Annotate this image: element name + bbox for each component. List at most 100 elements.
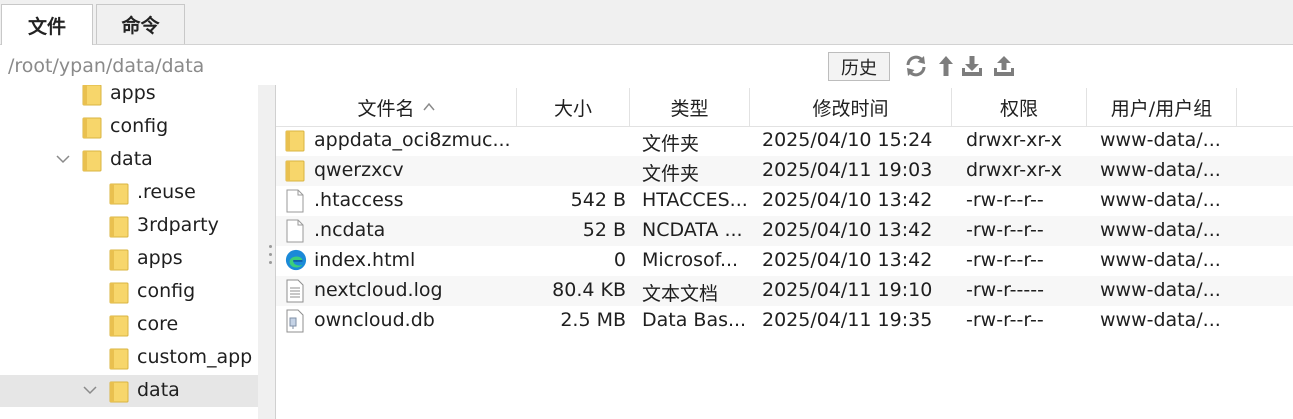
- column-label: 用户/用户组: [1110, 97, 1213, 120]
- tree-item-label: core: [137, 313, 179, 335]
- cell-owner: www-data/...: [1100, 159, 1221, 181]
- up-arrow-icon[interactable]: [934, 54, 958, 78]
- folder-icon: [82, 85, 102, 107]
- column-header-size[interactable]: 大小: [517, 88, 630, 126]
- cell-owner: www-data/...: [1100, 129, 1221, 151]
- column-label: 文件名: [357, 97, 415, 120]
- cell-size: 0: [613, 249, 626, 271]
- cell-owner: www-data/...: [1100, 189, 1221, 211]
- file-row[interactable]: .htaccess 542 B HTACCES... 2025/04/10 13:42…: [276, 186, 1293, 216]
- cell-modified: 2025/04/11 19:35: [762, 309, 933, 331]
- cell-type: Data Bas...: [642, 309, 746, 331]
- tree-item-label: .reuse: [137, 181, 196, 203]
- file-list-header: 文件名 大小 类型 修改时间 权限 用户/用户组: [276, 88, 1293, 127]
- tree-item-label: data: [137, 379, 180, 401]
- cell-perm: -rw-r-----: [966, 279, 1044, 301]
- directory-tree[interactable]: apps config data .reuse 3rdparty apps config co…: [0, 85, 258, 419]
- tree-item[interactable]: core: [0, 309, 258, 341]
- tree-item[interactable]: config: [0, 111, 258, 143]
- tree-item-label: data: [110, 148, 153, 170]
- column-label: 大小: [553, 97, 592, 120]
- column-header-permissions[interactable]: 权限: [952, 88, 1087, 126]
- column-header-type[interactable]: 类型: [630, 88, 750, 126]
- cell-type: Microsof...: [642, 249, 739, 271]
- cell-owner: www-data/...: [1100, 219, 1221, 241]
- cell-perm: -rw-r--r--: [966, 249, 1044, 271]
- tree-item-label: 3rdparty: [137, 214, 219, 236]
- cell-perm: drwxr-xr-x: [966, 159, 1063, 181]
- tree-item[interactable]: .reuse: [0, 177, 258, 209]
- chevron-down-icon[interactable]: [81, 381, 99, 399]
- history-button[interactable]: 历史: [828, 52, 890, 81]
- file-row[interactable]: owncloud.db 2.5 MB Data Bas... 2025/04/11 1…: [276, 306, 1293, 336]
- sort-ascending-icon: [422, 102, 435, 111]
- path-bar: /root/ypan/data/data 历史: [0, 45, 1293, 85]
- cell-name: .ncdata: [314, 219, 386, 241]
- tree-item-label: custom_app: [137, 346, 253, 368]
- column-header-modified[interactable]: 修改时间: [750, 88, 952, 126]
- folder-icon: [285, 159, 305, 183]
- cell-owner: www-data/...: [1100, 279, 1221, 301]
- folder-icon: [109, 347, 129, 371]
- tree-item-label: config: [137, 280, 196, 302]
- cell-modified: 2025/04/10 13:42: [762, 249, 933, 271]
- cell-name: index.html: [314, 249, 416, 271]
- cell-modified: 2025/04/11 19:10: [762, 279, 933, 301]
- folder-icon: [285, 129, 305, 153]
- tree-item[interactable]: 3rdparty: [0, 210, 258, 242]
- tree-item[interactable]: apps: [0, 85, 258, 110]
- cell-type: 文件夹: [642, 163, 700, 185]
- database-file-icon: [285, 309, 305, 333]
- cell-name: owncloud.db: [314, 309, 435, 331]
- tree-item[interactable]: data: [0, 144, 258, 176]
- download-icon[interactable]: [960, 54, 984, 78]
- grip-dot: [269, 261, 272, 264]
- column-label: 修改时间: [812, 97, 889, 120]
- path-input[interactable]: /root/ypan/data/data: [8, 55, 204, 77]
- tab-bar: 文件 命令: [0, 0, 1293, 45]
- file-row[interactable]: nextcloud.log 80.4 KB 文本文档 2025/04/11 19:10…: [276, 276, 1293, 306]
- column-header-owner[interactable]: 用户/用户组: [1087, 88, 1237, 126]
- cell-type: 文本文档: [642, 283, 719, 305]
- cell-modified: 2025/04/11 19:03: [762, 159, 933, 181]
- text-file-icon: [285, 279, 305, 303]
- column-label: 权限: [999, 97, 1038, 120]
- folder-icon: [82, 116, 102, 140]
- grip-dot: [269, 245, 272, 248]
- upload-icon[interactable]: [992, 54, 1016, 78]
- tree-item[interactable]: data: [0, 375, 258, 407]
- tab-commands[interactable]: 命令: [96, 4, 185, 44]
- cell-type: HTACCES...: [642, 189, 746, 211]
- tree-item[interactable]: custom_app: [0, 342, 258, 374]
- cell-modified: 2025/04/10 13:42: [762, 189, 933, 211]
- tab-files[interactable]: 文件: [1, 4, 93, 45]
- cell-size: 2.5 MB: [560, 309, 626, 331]
- tree-item[interactable]: apps: [0, 243, 258, 275]
- cell-size: 542 B: [570, 189, 626, 211]
- column-label: 类型: [670, 97, 709, 120]
- grip-dot: [269, 253, 272, 256]
- cell-type: NCDATA ...: [642, 219, 743, 241]
- folder-icon: [109, 215, 129, 239]
- column-header-name[interactable]: 文件名: [276, 88, 517, 126]
- cell-name: .htaccess: [314, 189, 404, 211]
- chevron-down-icon[interactable]: [54, 150, 72, 168]
- folder-icon: [109, 248, 129, 272]
- file-row[interactable]: appdata_oci8zmuc... 文件夹 2025/04/10 15:24 dr…: [276, 126, 1293, 156]
- cell-size: 80.4 KB: [552, 279, 626, 301]
- tree-item[interactable]: config: [0, 276, 258, 308]
- file-row[interactable]: qwerzxcv 文件夹 2025/04/11 19:03 drwxr-xr-x www…: [276, 156, 1293, 186]
- cell-modified: 2025/04/10 15:24: [762, 129, 933, 151]
- folder-icon: [109, 314, 129, 338]
- tree-item-label: apps: [110, 85, 156, 104]
- file-row[interactable]: .ncdata 52 B NCDATA ... 2025/04/10 13:42 -rw…: [276, 216, 1293, 246]
- cell-name: qwerzxcv: [314, 159, 404, 181]
- splitter-handle[interactable]: [258, 85, 276, 419]
- file-row[interactable]: index.html 0 Microsof... 2025/04/10 13:42 -r…: [276, 246, 1293, 276]
- cell-modified: 2025/04/10 13:42: [762, 219, 933, 241]
- cell-perm: -rw-r--r--: [966, 309, 1044, 331]
- folder-icon: [82, 149, 102, 173]
- refresh-icon[interactable]: [904, 54, 928, 78]
- cell-perm: -rw-r--r--: [966, 189, 1044, 211]
- folder-icon: [109, 281, 129, 305]
